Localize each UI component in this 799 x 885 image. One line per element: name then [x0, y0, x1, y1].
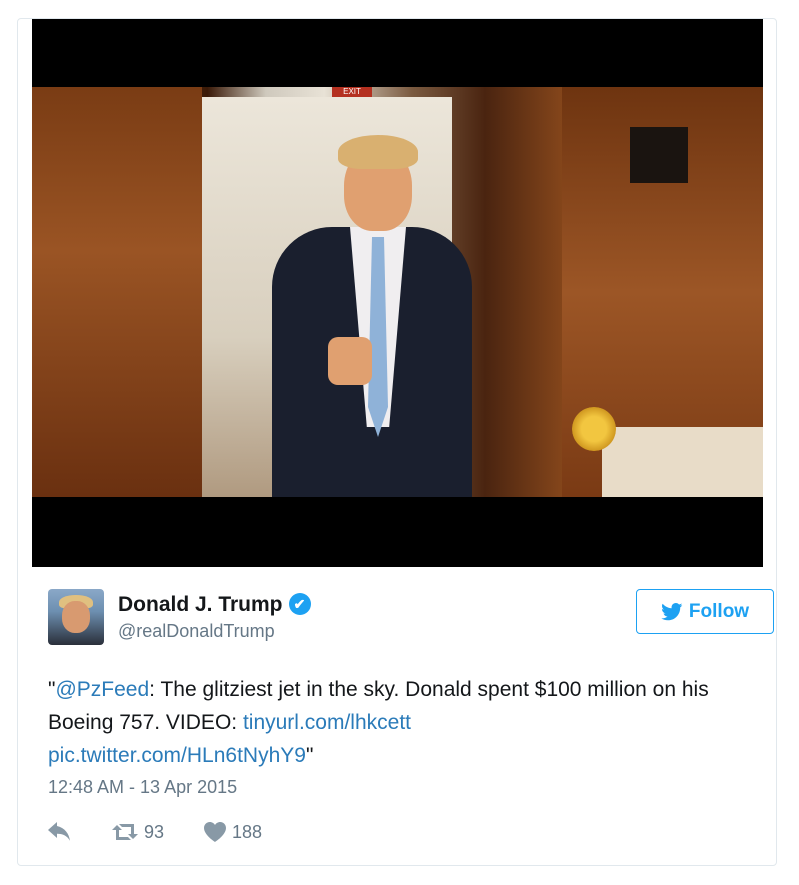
broadcaster-logo [572, 407, 616, 451]
like-count: 188 [232, 821, 263, 842]
timestamp[interactable]: 12:48 AM - 13 Apr 2015 [48, 777, 237, 798]
follow-button[interactable]: Follow [636, 589, 774, 634]
mention-link[interactable]: @PzFeed [55, 678, 149, 701]
author-handle[interactable]: @realDonaldTrump [118, 621, 275, 642]
retweet-icon [112, 824, 138, 840]
retweet-count: 93 [144, 821, 165, 842]
retweet-button[interactable]: 93 [112, 822, 164, 843]
tweet-video[interactable]: EXIT [32, 19, 763, 567]
heart-icon [204, 822, 227, 842]
like-button[interactable]: 188 [204, 822, 262, 843]
wall-plaque [630, 127, 688, 183]
pic-link[interactable]: pic.twitter.com/HLn6tNyhY9 [48, 744, 306, 767]
wood-panel-left [32, 87, 202, 497]
tweet-card: EXIT Donald J. Trump ✔ @realDonaldTrump F… [17, 18, 777, 866]
tweet-text: "@PzFeed: The glitziest jet in the sky. … [48, 678, 709, 767]
author-name-text[interactable]: Donald J. Trump [118, 593, 283, 616]
reply-button[interactable] [48, 822, 72, 842]
exit-sign: EXIT [332, 87, 372, 97]
url-link[interactable]: tinyurl.com/lhkcett [243, 711, 411, 734]
follow-label: Follow [688, 600, 750, 622]
author-name[interactable]: Donald J. Trump ✔ [118, 593, 311, 617]
tweet-author: Donald J. Trump ✔ @realDonaldTrump Follow [48, 589, 774, 649]
verified-badge-icon: ✔ [288, 593, 311, 615]
thumbs-up-hand [328, 337, 372, 385]
sink-counter [602, 427, 763, 497]
video-frame: EXIT [32, 87, 763, 497]
twitter-bird-icon [661, 602, 683, 620]
person-hair [338, 135, 418, 169]
avatar[interactable] [48, 589, 104, 645]
reply-icon [48, 822, 70, 841]
tweet-actions: 93 188 [48, 819, 302, 845]
